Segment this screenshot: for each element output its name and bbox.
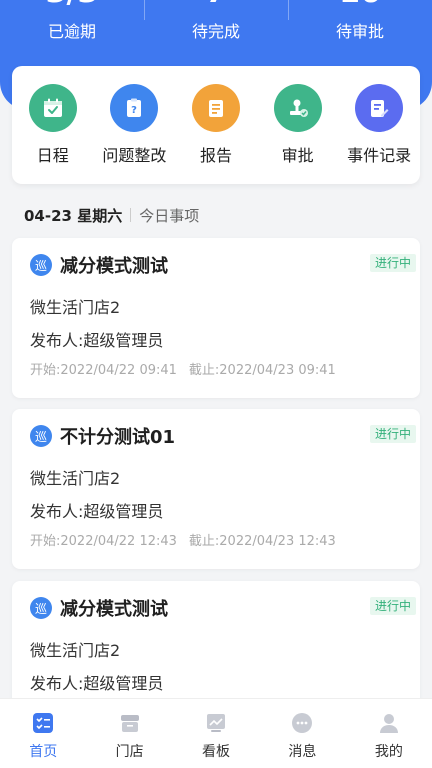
tab-messages-label: 消息	[288, 744, 317, 760]
task-time-range: 开始:2022/04/22 09:41 截止:2022/04/23 09:41	[30, 359, 336, 378]
quick-action-event-log-label: 事件记录	[347, 146, 412, 165]
bottom-tab-bar: 首页 门店 看板 消息 我的	[0, 698, 432, 768]
tab-dashboard[interactable]: 看板	[173, 699, 259, 768]
tab-messages[interactable]: 消息	[259, 699, 345, 768]
date-header: 04-23 星期六 今日事项	[24, 204, 199, 226]
quick-action-schedule-label: 日程	[36, 146, 69, 165]
task-store: 微生活门店2	[30, 298, 121, 317]
divider	[130, 208, 132, 222]
svg-text:?: ?	[131, 105, 137, 116]
edit-record-icon	[355, 84, 404, 132]
stat-approval-value: 16	[288, 0, 432, 8]
profile-icon	[377, 711, 401, 735]
stats-bar: 3/3 已逾期 7 待完成 16 待审批	[0, 0, 432, 60]
tab-store-label: 门店	[115, 744, 144, 760]
task-publisher: 发布人:超级管理员	[30, 331, 164, 350]
status-badge: 进行中	[369, 425, 416, 443]
calendar-icon	[28, 84, 77, 132]
task-title: 减分模式测试	[60, 256, 168, 277]
stat-approval[interactable]: 16 待审批	[288, 0, 432, 60]
store-icon	[118, 711, 142, 735]
stat-overdue[interactable]: 3/3 已逾期	[0, 0, 144, 60]
quick-action-approval-label: 审批	[281, 146, 314, 165]
status-badge: 进行中	[369, 254, 416, 272]
task-title: 减分模式测试	[60, 599, 168, 620]
task-title: 不计分测试01	[60, 427, 176, 448]
tab-profile-label: 我的	[374, 744, 403, 760]
status-badge: 进行中	[369, 597, 416, 615]
tab-home-label: 首页	[29, 744, 58, 760]
task-store: 微生活门店2	[30, 641, 121, 660]
quick-action-report[interactable]: 报告	[175, 84, 257, 184]
home-icon	[31, 711, 55, 735]
task-start-time: 开始:2022/04/22 09:41	[30, 363, 177, 378]
task-publisher: 发布人:超级管理员	[30, 674, 164, 693]
quick-action-schedule[interactable]: 日程	[12, 84, 94, 184]
task-title-row: 巡 减分模式测试	[30, 252, 168, 278]
task-time-range: 开始:2022/04/22 12:43 截止:2022/04/23 12:43	[30, 530, 336, 549]
stat-pending-value: 7	[144, 0, 288, 8]
tab-store[interactable]: 门店	[86, 699, 172, 768]
task-card[interactable]: 巡 减分模式测试 进行中 微生活门店2 发布人:超级管理员 开始:2022/04…	[12, 238, 420, 398]
task-title-row: 巡 减分模式测试	[30, 595, 168, 621]
task-card[interactable]: 巡 不计分测试01 进行中 微生活门店2 发布人:超级管理员 开始:2022/0…	[12, 409, 420, 569]
current-date: 04-23 星期六	[24, 206, 123, 225]
stat-overdue-label: 已逾期	[47, 22, 96, 41]
tab-profile[interactable]: 我的	[346, 699, 432, 768]
today-items-label: 今日事项	[139, 206, 200, 225]
stat-pending[interactable]: 7 待完成	[144, 0, 288, 60]
report-icon	[191, 84, 240, 132]
patrol-icon: 巡	[30, 597, 52, 619]
stat-approval-label: 待审批	[335, 22, 384, 41]
quick-actions-panel: 日程 ? 问题整改 报告 审批 事件记录	[12, 66, 420, 184]
patrol-icon: 巡	[30, 254, 52, 276]
task-start-time: 开始:2022/04/22 12:43	[30, 534, 177, 549]
task-end-time: 截止:2022/04/23 12:43	[188, 534, 336, 549]
quick-action-event-log[interactable]: 事件记录	[338, 84, 420, 184]
quick-action-report-label: 报告	[199, 146, 232, 165]
tab-dashboard-label: 看板	[202, 744, 231, 760]
task-store: 微生活门店2	[30, 469, 121, 488]
tab-home[interactable]: 首页	[0, 699, 86, 768]
task-end-time: 截止:2022/04/23 09:41	[188, 363, 336, 378]
quick-action-approval[interactable]: 审批	[257, 84, 339, 184]
stamp-icon	[273, 84, 322, 132]
quick-action-rectification[interactable]: ? 问题整改	[94, 84, 176, 184]
task-publisher: 发布人:超级管理员	[30, 502, 164, 521]
task-title-row: 巡 不计分测试01	[30, 423, 175, 449]
patrol-icon: 巡	[30, 425, 52, 447]
stat-pending-label: 待完成	[191, 22, 240, 41]
dashboard-icon	[204, 711, 228, 735]
question-clipboard-icon: ?	[110, 84, 159, 132]
stat-overdue-value: 3/3	[0, 0, 144, 8]
quick-action-rectification-label: 问题整改	[102, 146, 167, 165]
message-icon	[290, 711, 314, 735]
